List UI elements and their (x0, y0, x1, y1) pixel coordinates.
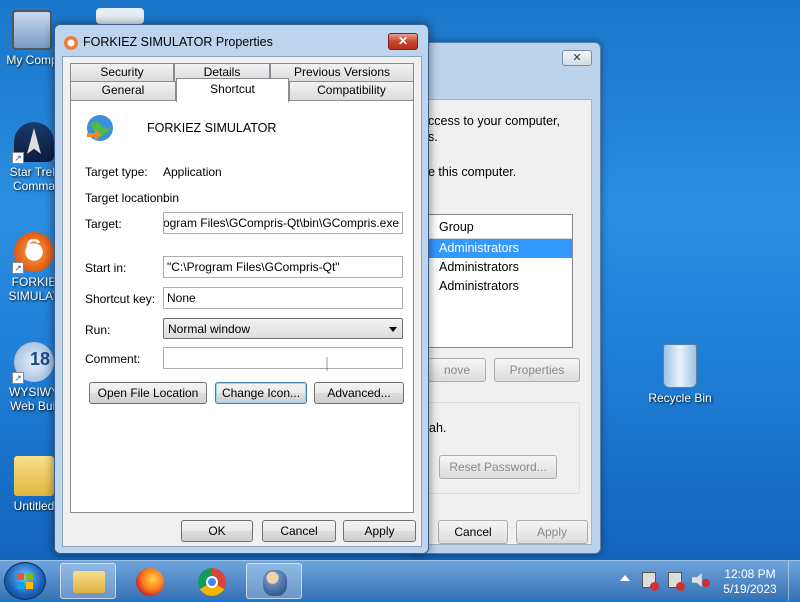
users-icon (263, 570, 287, 596)
text-cursor-icon (326, 357, 328, 371)
run-label: Run: (85, 323, 111, 337)
windows-logo-icon (17, 573, 33, 589)
clock-date: 5/19/2023 (723, 582, 777, 596)
desktop-icon-recycle-bin[interactable]: Recycle Bin (648, 344, 712, 405)
cancel-button[interactable]: Cancel (438, 520, 508, 544)
separator (85, 151, 403, 152)
separator (85, 244, 403, 245)
clock-time: 12:08 PM (724, 567, 776, 581)
open-file-location-button[interactable]: Open File Location (89, 382, 207, 404)
taskbar-windows-explorer[interactable] (60, 563, 116, 599)
wysiwyg-icon: 18 ↗ (12, 342, 54, 384)
start-in-label: Start in: (85, 261, 127, 275)
title-bar[interactable]: FORKIEZ SIMULATOR Properties ✕ (55, 25, 428, 57)
description-text: e this computer. (428, 165, 517, 179)
show-desktop-button[interactable] (788, 561, 800, 601)
group-text: ah. (429, 421, 447, 435)
target-location-label: Target location: (85, 191, 167, 205)
tab-previous-versions[interactable]: Previous Versions (270, 63, 414, 81)
taskbar-firefox[interactable] (122, 563, 178, 599)
window-title: FORKIEZ SIMULATOR Properties (83, 35, 273, 49)
show-hidden-icons-icon[interactable] (620, 575, 630, 581)
computer-icon (12, 10, 52, 50)
apply-button[interactable]: Apply (516, 520, 588, 544)
app-icon (63, 35, 79, 51)
description-text: ccess to your computer, (428, 114, 561, 128)
close-icon: ✕ (572, 52, 582, 64)
comment-label: Comment: (85, 352, 141, 366)
run-select[interactable]: Normal window (163, 318, 403, 339)
taskbar: 12:08 PM 5/19/2023 (0, 560, 800, 601)
start-in-field[interactable]: "C:\Program Files\GCompris-Qt" (163, 256, 403, 278)
list-item[interactable]: Administrators (429, 277, 572, 296)
firefox-icon (136, 568, 164, 596)
properties-button[interactable]: Properties (494, 358, 580, 382)
target-type-value: Application (163, 165, 222, 179)
ok-button[interactable]: OK (181, 520, 253, 542)
password-group: ah. Reset Password... (428, 402, 580, 494)
taskbar-user-accounts[interactable] (246, 563, 302, 599)
start-button[interactable] (4, 562, 46, 600)
reset-password-button[interactable]: Reset Password... (439, 455, 557, 479)
close-button[interactable]: ✕ (562, 50, 592, 66)
user-accounts-body: ccess to your computer, s. e this comput… (417, 99, 592, 545)
properties-dialog: FORKIEZ SIMULATOR Properties ✕ Security … (54, 24, 429, 554)
shortcut-tab-panel: FORKIEZ SIMULATOR Target type: Applicati… (70, 100, 414, 513)
close-button[interactable]: ✕ (388, 33, 418, 50)
shortcut-key-label: Shortcut key: (85, 292, 156, 306)
dialog-client: Security Details Previous Versions Gener… (62, 56, 422, 547)
app-name: FORKIEZ SIMULATOR (147, 121, 277, 135)
tab-compatibility[interactable]: Compatibility (289, 81, 414, 100)
star-trek-icon: ↗ (12, 122, 54, 164)
target-location-value: bin (163, 191, 180, 205)
description-text: s. (428, 130, 438, 144)
tab-shortcut[interactable]: Shortcut (176, 78, 289, 102)
folder-icon (73, 571, 105, 593)
user-accounts-window: ✕ ccess to your computer, s. e this comp… (408, 42, 601, 554)
shortcut-key-field[interactable]: None (163, 287, 403, 309)
volume-muted-badge-icon (702, 579, 710, 587)
action-center-icon[interactable] (642, 572, 659, 591)
system-clock[interactable]: 12:08 PM 5/19/2023 (720, 567, 780, 597)
gcompris-icon: G ↗ (12, 232, 54, 274)
globe-icon (85, 113, 115, 143)
close-icon: ✕ (397, 34, 409, 48)
target-field[interactable]: C:\Program Files\GCompris-Qt\bin\GCompri… (163, 212, 403, 234)
target-type-label: Target type: (85, 165, 148, 179)
remove-button[interactable]: nove (428, 358, 486, 382)
chevron-down-icon (389, 327, 397, 332)
advanced-button[interactable]: Advanced... (314, 382, 404, 404)
desktop-icon-label: Recycle Bin (648, 391, 712, 405)
change-icon-button[interactable]: Change Icon... (215, 382, 307, 404)
desktop-icon-partial (96, 8, 144, 24)
column-header-group[interactable]: Group (429, 215, 572, 239)
cancel-button[interactable]: Cancel (262, 520, 336, 542)
chrome-icon (198, 568, 226, 596)
network-icon[interactable] (668, 572, 685, 591)
target-label: Target: (85, 217, 122, 231)
apply-button[interactable]: Apply (343, 520, 416, 542)
list-item[interactable]: Administrators (429, 239, 572, 258)
comment-field[interactable] (163, 347, 403, 369)
taskbar-chrome[interactable] (184, 563, 240, 599)
users-list[interactable]: Group Administrators Administrators Admi… (428, 214, 573, 348)
tab-general[interactable]: General (70, 81, 176, 100)
run-select-value: Normal window (168, 322, 251, 336)
list-item[interactable]: Administrators (429, 258, 572, 277)
tab-security[interactable]: Security (70, 63, 174, 81)
folder-icon (14, 456, 54, 496)
recycle-bin-icon (663, 344, 697, 388)
